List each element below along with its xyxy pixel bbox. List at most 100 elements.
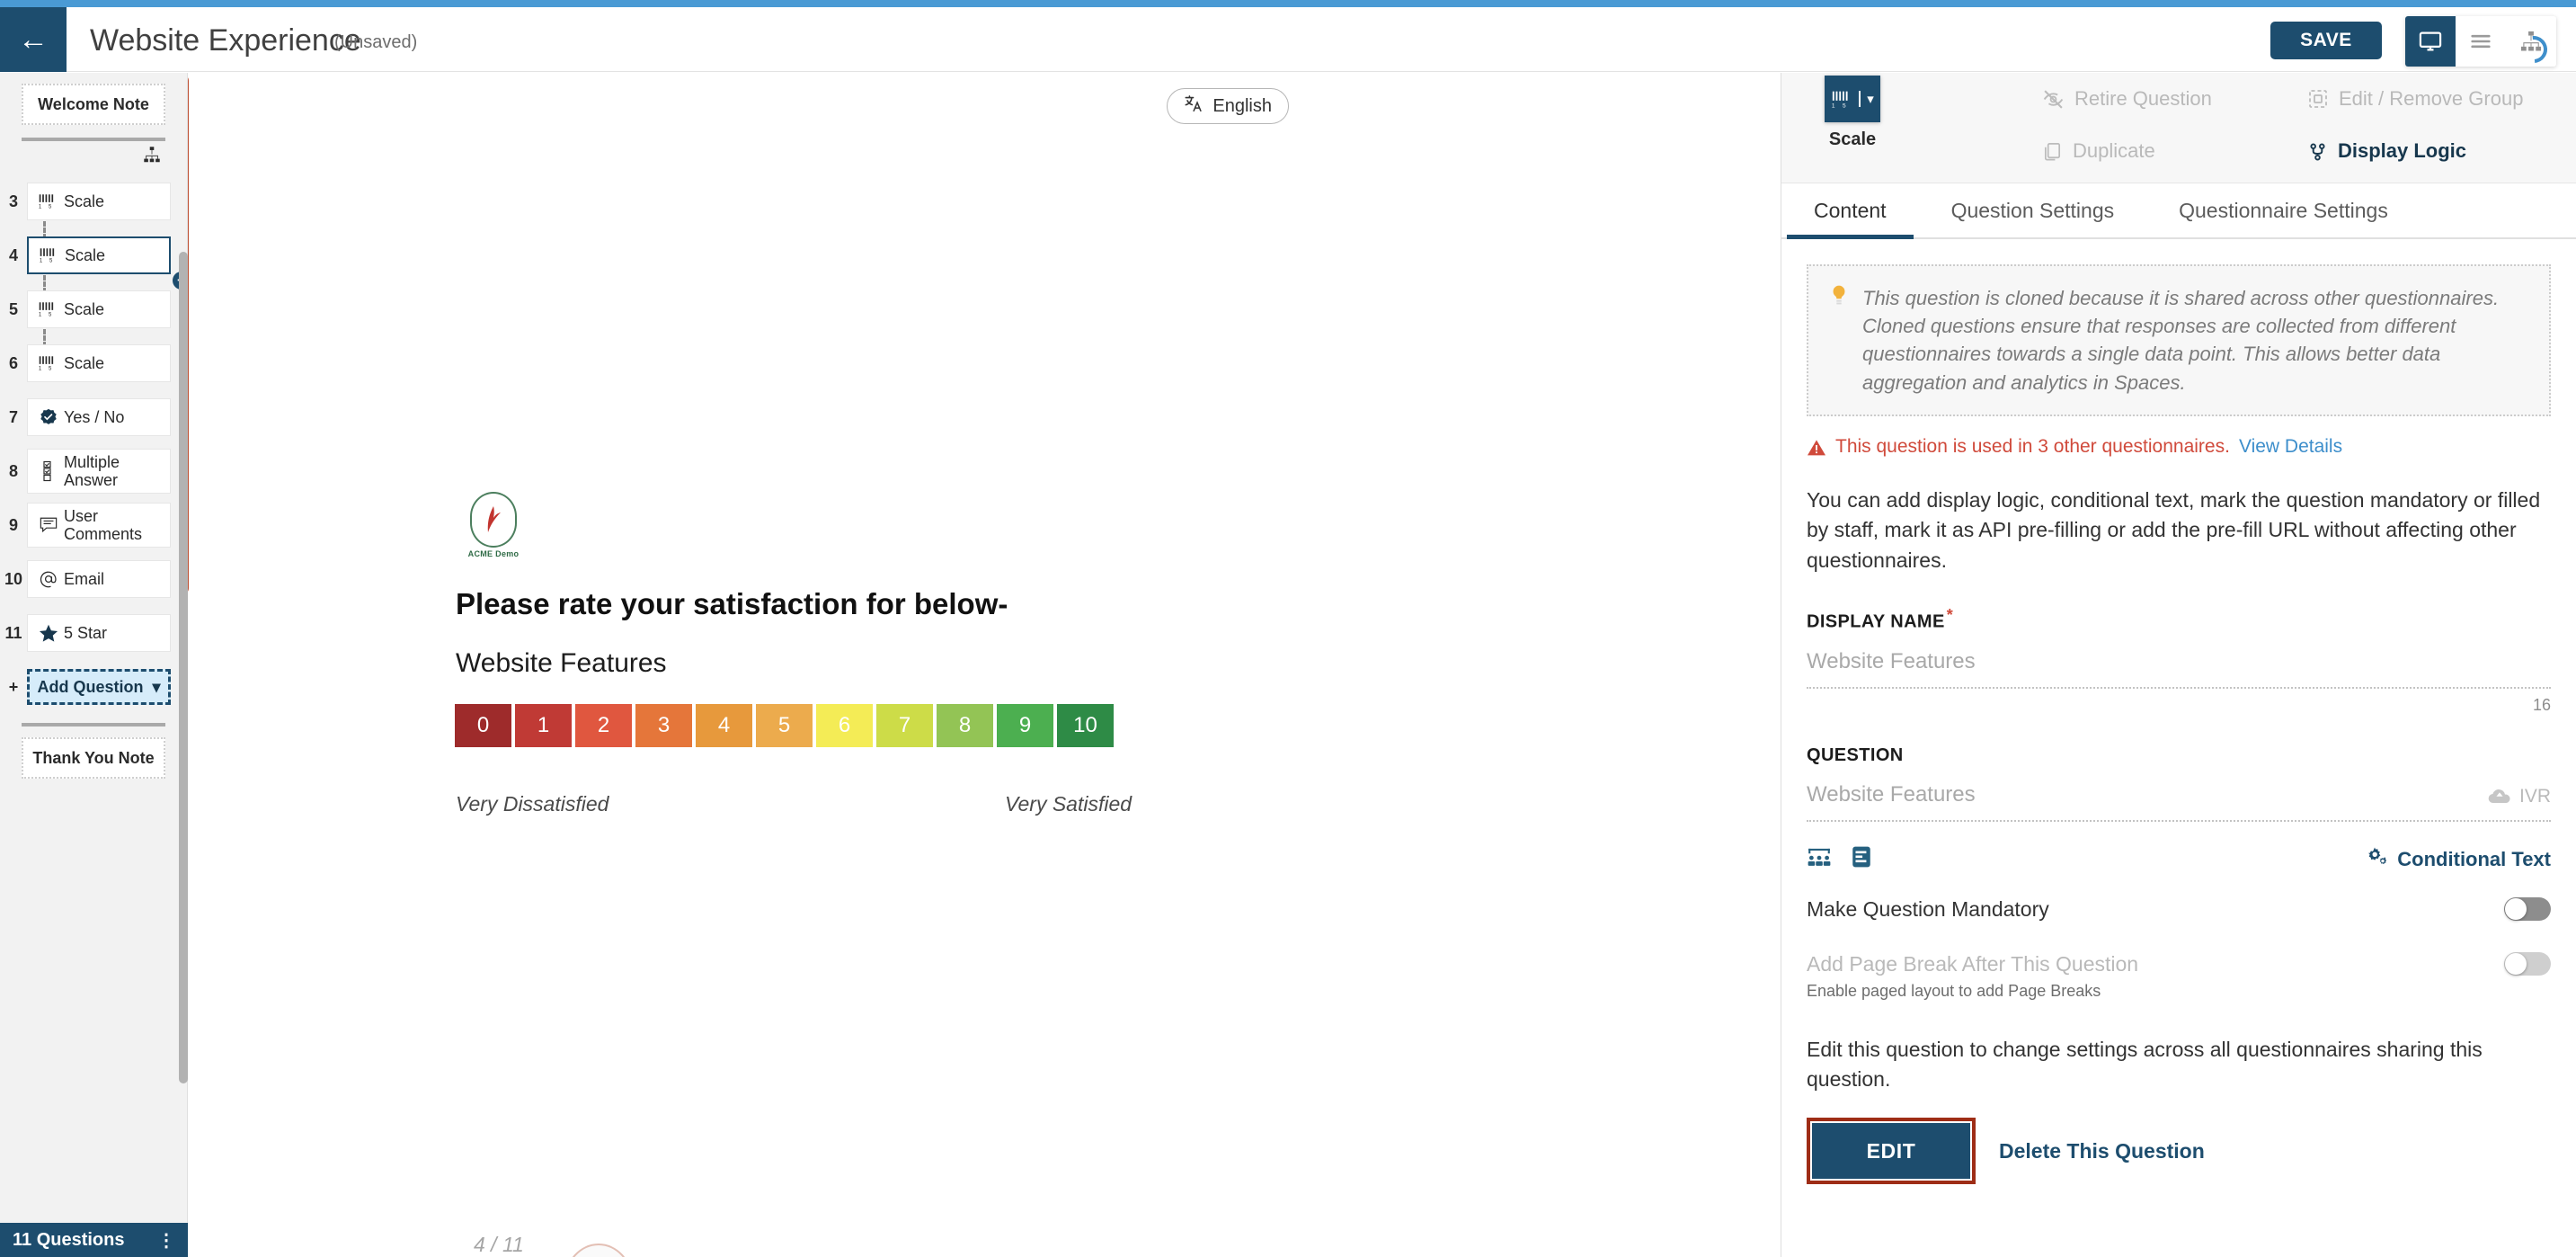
kebab-menu-icon[interactable]: ⋮ [157,1229,175,1252]
question-field-label: QUESTION [1807,744,1904,765]
add-question-button[interactable]: Add Question ▾ [27,669,171,705]
scale-option-3[interactable]: 3 [635,704,692,747]
tab-question-settings[interactable]: Question Settings [1919,183,2147,237]
svg-text:5: 5 [49,367,52,372]
chevron-down-icon: ▾ [1859,91,1874,107]
lightbulb-icon [1828,284,1850,397]
sidebar-scrollbar-inner[interactable] [179,252,188,1083]
thank-you-note-card[interactable]: Thank You Note [22,737,165,779]
brand-name: ACME Demo [467,549,520,558]
question-card-label: Scale [64,192,105,210]
edit-button-highlight: EDIT [1807,1118,1976,1185]
sitemap-icon[interactable] [142,145,162,169]
staff-fill-icon[interactable] [1807,845,1832,873]
editor-body: This question is cloned because it is sh… [1781,264,2576,1185]
question-card[interactable]: 1 5 Scale [27,236,171,274]
question-card[interactable]: 5 Star [27,614,171,652]
scale-option-2[interactable]: 2 [575,704,632,747]
scale-option-8[interactable]: 8 [937,704,993,747]
edit-button[interactable]: EDIT [1812,1123,1970,1180]
scale-option-7[interactable]: 7 [876,704,933,747]
monitor-icon[interactable] [2405,16,2456,67]
usage-warning-text: This question is used in 3 other questio… [1835,435,2230,457]
question-card-label: Multiple Answer [64,452,120,489]
question-card-label: Scale [64,353,105,372]
question-card[interactable]: Email [27,560,171,598]
sidebar-divider-top [22,138,165,141]
tab-questionnaire-settings[interactable]: Questionnaire Settings [2146,183,2421,237]
back-button[interactable]: ← [0,7,67,72]
translate-icon [1184,94,1204,119]
sidebar-question-4[interactable]: 4 1 5 Scale [0,228,187,282]
scale-option-5[interactable]: 5 [756,704,813,747]
next-question-button[interactable] [564,1244,633,1257]
scale-option-9[interactable]: 9 [997,704,1053,747]
retire-question-label: Retire Question [2074,87,2212,110]
sidebar-question-8[interactable]: 8 Multiple Answer [0,444,187,498]
language-selector[interactable]: English [1167,88,1289,124]
page-break-note: Enable paged layout to add Page Breaks [1807,981,2101,1000]
svg-text:5: 5 [1843,103,1846,109]
sidebar-question-6[interactable]: 6 1 5 Scale [0,336,187,390]
question-card-label: Scale [64,299,105,318]
duplicate-label: Duplicate [2073,139,2155,162]
question-editor-panel: 1 5 ▾ Scale Retire Question Edit / Remov… [1781,73,2576,1257]
question-card[interactable]: 1 5 Scale [27,290,171,328]
conditional-text-button[interactable]: Conditional Text [2365,845,2551,874]
svg-text:1: 1 [39,313,42,318]
question-type-selector[interactable]: 1 5 ▾ [1825,76,1880,122]
display-name-input[interactable]: Website Features [1807,649,2551,689]
edit-remove-group-button[interactable]: Edit / Remove Group [2307,87,2523,111]
sidebar-question-11[interactable]: 11 5 Star [0,606,187,660]
question-card[interactable]: 1 5 Scale [27,344,171,382]
hamburger-menu-icon[interactable] [2456,16,2506,67]
sidebar-question-7[interactable]: 7 Yes / No [0,390,187,444]
scale-option-4[interactable]: 4 [696,704,752,747]
question-card[interactable]: Multiple Answer [27,448,171,495]
svg-text:5: 5 [49,313,52,318]
scale-anchor-left: Very Dissatisfied [456,792,609,816]
question-card-label: Scale [65,245,106,264]
conditional-text-label: Conditional Text [2397,847,2551,870]
ivr-upload-button[interactable]: IVR [2488,786,2551,807]
mandatory-toggle-row: Make Question Mandatory [1807,897,2551,922]
sidebar-question-9[interactable]: 9 User Comments [0,498,187,552]
question-title: Please rate your satisfaction for below- [456,587,1008,620]
question-card[interactable]: 1 5 Scale [27,183,171,220]
sidebar-question-10[interactable]: 10 Email [0,552,187,606]
tab-content[interactable]: Content [1781,183,1919,239]
sidebar-statusbar: 11 Questions ⋮ [0,1223,188,1257]
save-button[interactable]: SAVE [2270,22,2382,59]
sidebar-sitemap-row [22,145,165,169]
page-break-toggle-row: Add Page Break After This Question [1807,952,2551,976]
scale-option-1[interactable]: 1 [515,704,572,747]
question-number: 8 [8,461,18,480]
welcome-note-card[interactable]: Welcome Note [22,84,165,125]
duplicate-button[interactable]: Duplicate [2042,139,2155,163]
cloned-question-info-text: This question is cloned because it is sh… [1862,287,2500,394]
question-card[interactable]: User Comments [27,502,171,548]
mandatory-toggle[interactable] [2504,897,2551,922]
ivr-label: IVR [2518,785,2551,807]
retire-question-button[interactable]: Retire Question [2042,87,2212,111]
api-prefill-icon[interactable] [1852,845,1871,873]
add-question-label: Add Question [37,677,144,696]
app-root: ← Website Experience (Unsaved) SAVE Welc… [0,0,2576,1257]
scale-option-10[interactable]: 10 [1057,704,1114,747]
scale-option-6[interactable]: 6 [816,704,873,747]
question-number: 3 [8,192,18,210]
add-question-row[interactable]: + Add Question ▾ [0,660,187,714]
sidebar-question-3[interactable]: 3 1 5 Scale [0,174,187,228]
sidebar-question-5[interactable]: 5 1 5 Scale [0,282,187,336]
delete-question-link[interactable]: Delete This Question [1999,1139,2205,1163]
question-card[interactable]: Yes / No [27,398,171,436]
check-badge-icon [33,408,64,426]
display-logic-button[interactable]: Display Logic [2307,139,2466,163]
unsaved-status: (Unsaved) [334,32,418,52]
page-break-label: Add Page Break After This Question [1807,951,2139,976]
cloned-question-info: This question is cloned because it is sh… [1807,264,2551,416]
page-break-toggle[interactable] [2504,952,2551,976]
question-input[interactable]: Website Features [1807,782,1976,807]
scale-option-0[interactable]: 0 [455,704,511,747]
view-details-link[interactable]: View Details [2239,436,2342,458]
